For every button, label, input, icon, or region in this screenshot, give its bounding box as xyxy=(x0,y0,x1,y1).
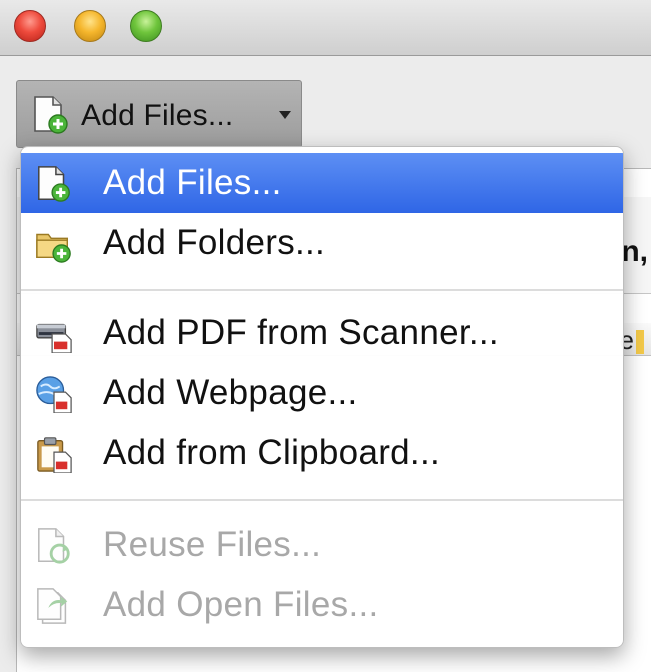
scanner-icon xyxy=(35,315,73,354)
menu-item-add-folders[interactable]: Add Folders... xyxy=(21,213,623,273)
window-titlebar xyxy=(0,0,651,56)
menu-item-label: Reuse Files... xyxy=(103,525,322,564)
reuse-files-icon xyxy=(35,527,73,565)
add-files-dropdown-button[interactable]: Add Files... xyxy=(16,80,302,148)
menu-item-label: Add from Clipboard... xyxy=(103,433,441,472)
webpage-globe-icon xyxy=(35,375,73,414)
menu-separator xyxy=(21,289,623,291)
add-file-icon xyxy=(35,165,73,203)
header-partial-text: n, xyxy=(621,235,648,268)
menu-item-add-from-clipboard[interactable]: Add from Clipboard... xyxy=(21,423,623,483)
add-files-button-label: Add Files... xyxy=(81,99,234,132)
menu-item-label: Add PDF from Scanner... xyxy=(103,313,499,352)
menu-item-label: Add Webpage... xyxy=(103,373,358,412)
menu-separator xyxy=(21,499,623,501)
dropdown-arrow-icon xyxy=(279,111,291,119)
minimize-window-button[interactable] xyxy=(74,10,106,42)
add-files-menu: Add Files... Add Folders... Add PDF from… xyxy=(20,146,624,648)
menu-item-label: Add Files... xyxy=(103,163,282,202)
menu-item-add-open-files: Add Open Files... xyxy=(21,575,623,635)
menu-item-add-files[interactable]: Add Files... xyxy=(21,153,623,213)
add-file-icon xyxy=(31,95,71,140)
add-folder-icon xyxy=(35,225,73,263)
close-window-button[interactable] xyxy=(14,10,46,42)
open-files-icon xyxy=(35,587,73,625)
menu-item-label: Add Folders... xyxy=(103,223,326,262)
menu-item-add-pdf-from-scanner[interactable]: Add PDF from Scanner... xyxy=(21,303,623,363)
menu-item-add-webpage[interactable]: Add Webpage... xyxy=(21,363,623,423)
clipboard-icon xyxy=(35,435,73,474)
menu-item-reuse-files: Reuse Files... xyxy=(21,515,623,575)
menu-item-label: Add Open Files... xyxy=(103,585,379,624)
zoom-window-button[interactable] xyxy=(130,10,162,42)
